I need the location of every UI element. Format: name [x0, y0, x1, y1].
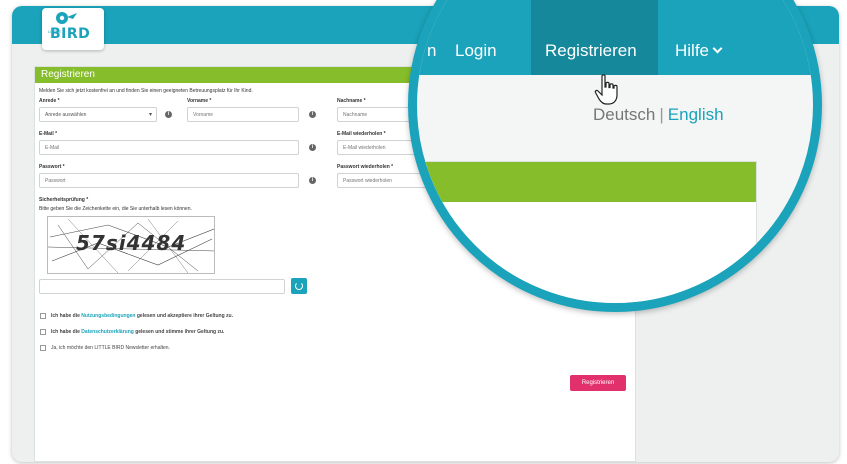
captcha-input[interactable] — [39, 279, 285, 294]
logo-word: BIRD — [50, 26, 91, 42]
terms-checkbox-label: Ich habe die Nutzungsbedingungen gelesen… — [51, 313, 233, 319]
privacy-checkbox[interactable] — [40, 329, 46, 335]
password-field[interactable] — [39, 173, 299, 188]
info-icon[interactable]: i — [309, 177, 316, 184]
info-icon[interactable]: i — [309, 111, 316, 118]
chevron-down-icon — [712, 43, 723, 54]
terms-link[interactable]: Nutzungsbedingungen — [81, 313, 135, 319]
register-submit-button[interactable]: Registrieren — [570, 375, 626, 391]
email-field[interactable] — [39, 140, 299, 155]
privacy-link[interactable]: Datenschutzerklärung — [81, 329, 134, 335]
security-label: Sicherheitsprüfung * — [39, 197, 89, 203]
nachname-label: Nachname * — [337, 98, 366, 104]
lang-en[interactable]: English — [668, 105, 724, 124]
bird-logo-icon — [56, 12, 77, 24]
refresh-icon[interactable] — [291, 278, 307, 294]
lens-form-card: name * — [417, 161, 757, 304]
security-hint: Bitte geben Sie die Zeichenkette ein, di… — [39, 206, 192, 212]
intro-text: Melden Sie sich jetzt kostenfrei an und … — [39, 88, 253, 94]
nav-register[interactable]: Registrieren — [545, 41, 637, 61]
terms-text-post: gelesen und akzeptiere ihrer Geltung zu. — [135, 313, 233, 319]
little-bird-logo[interactable]: LITTLE BIRD — [42, 8, 104, 50]
lens-nav-active-highlight — [531, 0, 658, 75]
newsletter-checkbox[interactable] — [40, 345, 46, 351]
nav-help-label: Hilfe — [675, 41, 710, 60]
anrede-select-value: Anrede auswählen — [45, 112, 87, 118]
lens-card-header — [418, 162, 756, 202]
password-repeat-label: Passwort wiederholen * — [337, 164, 394, 170]
nav-login[interactable]: Login — [455, 41, 497, 61]
privacy-checkbox-label: Ich habe die Datenschutzerklärung gelese… — [51, 329, 224, 335]
anrede-label: Anrede * — [39, 98, 60, 104]
chevron-down-icon: ▾ — [148, 112, 152, 118]
lens-nav-partial[interactable]: n — [427, 41, 436, 61]
anrede-select[interactable]: Anrede auswählen ▾ — [39, 107, 157, 122]
password-repeat-field[interactable] — [337, 173, 427, 188]
lens-field-label: name * — [454, 285, 510, 304]
captcha-image: 57si4484 — [47, 216, 215, 274]
email-repeat-label: E-Mail wiederholen * — [337, 131, 386, 137]
privacy-text-post: gelesen und stimme ihrer Geltung zu. — [133, 329, 225, 335]
email-label: E-Mail * — [39, 131, 58, 137]
newsletter-checkbox-label: Ja, ich möchte den LITTLE BIRD Newslette… — [51, 345, 170, 351]
language-switcher: Deutsch | English — [593, 105, 724, 125]
info-icon[interactable]: i — [309, 144, 316, 151]
privacy-text-pre: Ich habe die — [51, 329, 82, 335]
lang-separator: | — [659, 105, 664, 124]
vorname-label: Vorname * — [187, 98, 212, 104]
terms-checkbox[interactable] — [40, 313, 46, 319]
info-icon[interactable]: i — [165, 111, 172, 118]
lang-de[interactable]: Deutsch — [593, 105, 655, 124]
screenshot-stage: LITTLE BIRD Registrieren Melden Sie sich… — [0, 0, 847, 464]
terms-text-pre: Ich habe die — [51, 313, 82, 319]
vorname-input[interactable] — [187, 107, 299, 122]
captcha-code: 57si4484 — [76, 231, 187, 255]
password-label: Passwort * — [39, 164, 65, 170]
nav-help[interactable]: Hilfe — [675, 41, 723, 61]
hand-pointer-icon — [594, 74, 618, 105]
